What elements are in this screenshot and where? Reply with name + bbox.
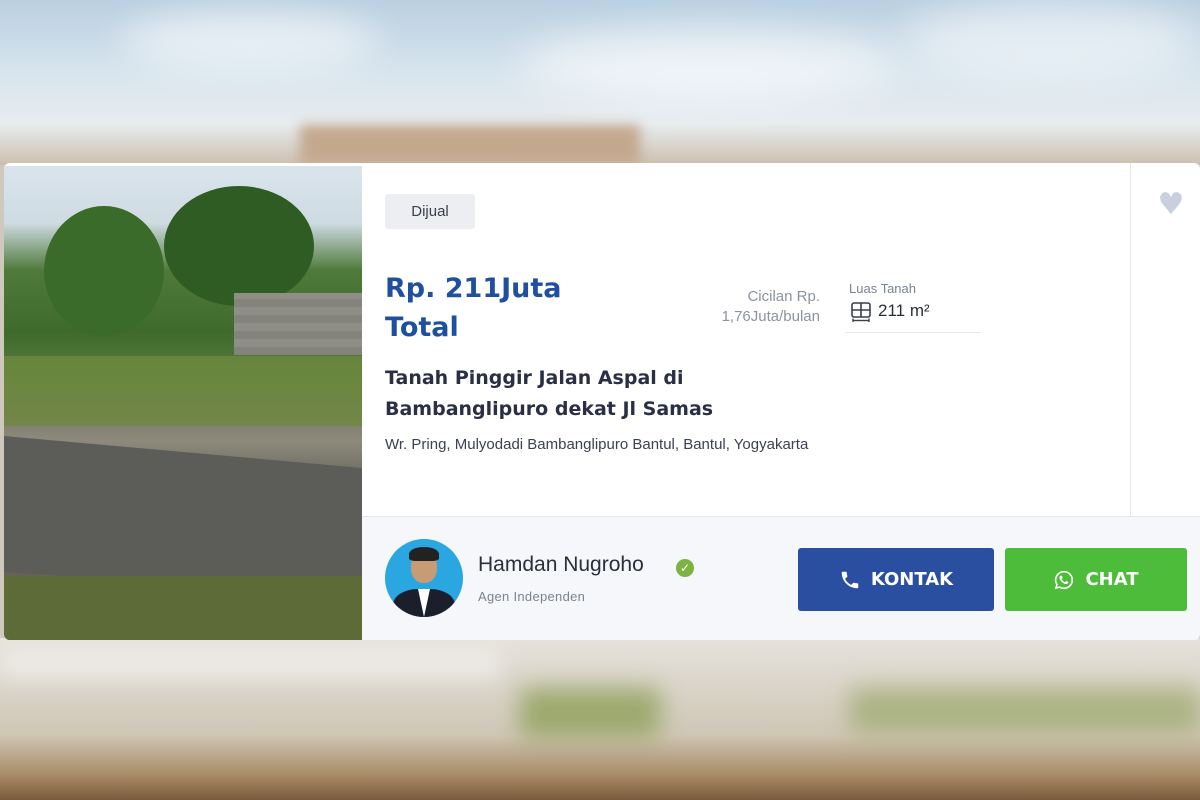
photo-road (4, 436, 362, 596)
agent-bar: Hamdan Nugroho ✓ Agen Independen KONTAK … (362, 516, 1200, 640)
avatar[interactable] (385, 539, 463, 617)
agent-name[interactable]: Hamdan Nugroho (478, 553, 644, 577)
listing-photo[interactable] (4, 166, 362, 640)
price-amount: Rp. 211Juta (385, 273, 562, 304)
check-circle-icon: ✓ (676, 559, 694, 577)
chat-label: CHAT (1085, 569, 1139, 590)
background-cloud (120, 10, 380, 70)
photo-grass (4, 576, 362, 640)
whatsapp-icon (1055, 570, 1074, 589)
background-building (300, 125, 640, 165)
kontak-label: KONTAK (870, 569, 954, 590)
land-area: Luas Tanah 211 m² (846, 281, 980, 333)
photo-tree (44, 206, 164, 336)
background-greenery (850, 688, 1200, 733)
phone-icon (841, 571, 859, 588)
photo-grass (4, 356, 362, 426)
photo-tree (164, 186, 314, 306)
listing-info[interactable]: Dijual Rp. 211Juta Total Cicilan Rp. 1,7… (362, 163, 1130, 516)
chat-button[interactable]: CHAT (1005, 548, 1187, 611)
installment-value: 1,76Juta/bulan (721, 308, 820, 325)
land-area-icon (851, 302, 871, 322)
avatar-hair (409, 547, 439, 561)
listing-card[interactable]: Dijual Rp. 211Juta Total Cicilan Rp. 1,7… (4, 163, 1200, 640)
background-top (0, 0, 1200, 165)
status-badge: Dijual (385, 194, 475, 229)
installment-label: Cicilan Rp. (747, 288, 820, 305)
background-wall (0, 648, 500, 678)
listing-content: Dijual Rp. 211Juta Total Cicilan Rp. 1,7… (362, 163, 1200, 640)
price-suffix: Total (385, 312, 459, 343)
background-cloud (520, 30, 900, 100)
land-area-label: Luas Tanah (849, 281, 916, 296)
listing-price: Rp. 211Juta Total (385, 269, 625, 347)
favorite-column: ♥ (1130, 163, 1200, 516)
photo-wall (234, 293, 362, 355)
installment-info: Cicilan Rp. 1,76Juta/bulan (662, 287, 820, 327)
listing-title[interactable]: Tanah Pinggir Jalan Aspal di Bambanglipu… (385, 363, 785, 425)
listing-address: Wr. Pring, Mulyodadi Bambanglipuro Bantu… (385, 436, 809, 453)
kontak-button[interactable]: KONTAK (798, 548, 994, 611)
background-greenery (520, 688, 660, 738)
heart-icon[interactable]: ♥ (1155, 189, 1187, 221)
background-cloud (900, 0, 1200, 80)
background-bottom (0, 638, 1200, 800)
land-area-value: 211 m² (878, 301, 930, 320)
agent-role: Agen Independen (478, 589, 586, 604)
